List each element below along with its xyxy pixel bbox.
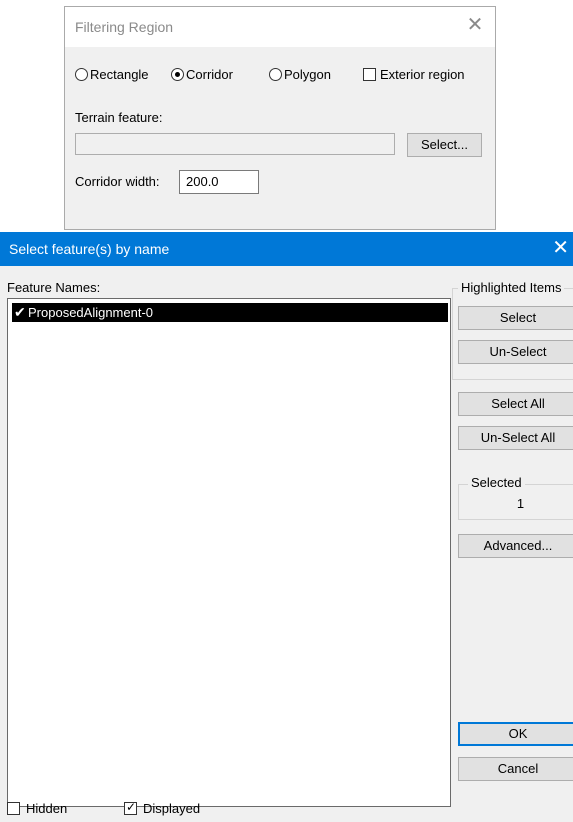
checkbox-checked-icon: ✓ bbox=[124, 799, 137, 815]
select-features-dialog: Select feature(s) by name ✕ Feature Name… bbox=[0, 232, 573, 822]
select-terrain-button[interactable]: Select... bbox=[407, 133, 482, 157]
list-item[interactable]: ✔ ProposedAlignment-0 bbox=[12, 303, 448, 322]
close-icon[interactable]: ✕ bbox=[465, 15, 485, 35]
exterior-region-label: Exterior region bbox=[380, 66, 465, 82]
terrain-feature-field[interactable] bbox=[75, 133, 395, 155]
select-all-button[interactable]: Select All bbox=[458, 392, 573, 416]
rectangle-label: Rectangle bbox=[90, 66, 149, 82]
ok-button[interactable]: OK bbox=[458, 722, 573, 746]
select-features-titlebar: Select feature(s) by name ✕ bbox=[0, 232, 573, 266]
corridor-radio[interactable]: Corridor bbox=[171, 65, 233, 83]
feature-name: ProposedAlignment-0 bbox=[28, 305, 154, 320]
dialog-title: Select feature(s) by name bbox=[9, 241, 170, 257]
check-icon: ✓ bbox=[126, 799, 137, 814]
corridor-label: Corridor bbox=[186, 66, 233, 82]
close-icon[interactable]: ✕ bbox=[552, 238, 569, 258]
corridor-width-input[interactable]: 200.0 bbox=[179, 170, 259, 194]
terrain-feature-label: Terrain feature: bbox=[75, 110, 163, 125]
hidden-label: Hidden bbox=[26, 800, 68, 816]
selected-label: Selected bbox=[468, 475, 525, 490]
polygon-label: Polygon bbox=[284, 66, 331, 82]
radio-icon bbox=[75, 67, 88, 81]
exterior-region-checkbox[interactable]: Exterior region bbox=[363, 65, 465, 83]
displayed-checkbox[interactable]: ✓ Displayed bbox=[124, 799, 200, 817]
checkbox-icon bbox=[7, 801, 20, 815]
feature-list[interactable]: ✔ ProposedAlignment-0 bbox=[7, 298, 451, 807]
select-button[interactable]: Select bbox=[458, 306, 573, 330]
hidden-checkbox[interactable]: Hidden bbox=[7, 799, 67, 817]
displayed-label: Displayed bbox=[143, 800, 201, 816]
radio-icon bbox=[269, 67, 282, 81]
dialog-title: Filtering Region bbox=[75, 19, 174, 35]
corridor-width-label: Corridor width: bbox=[75, 174, 160, 189]
check-icon: ✔ bbox=[14, 304, 26, 320]
highlighted-items-group bbox=[452, 288, 573, 380]
rectangle-radio[interactable]: Rectangle bbox=[75, 65, 149, 83]
filtering-region-dialog: Filtering Region ✕ Rectangle Corridor Po… bbox=[64, 6, 496, 230]
cancel-button[interactable]: Cancel bbox=[458, 757, 573, 781]
highlighted-items-label: Highlighted Items bbox=[458, 280, 565, 295]
unselect-button[interactable]: Un-Select bbox=[458, 340, 573, 364]
radio-selected-icon bbox=[171, 67, 184, 81]
polygon-radio[interactable]: Polygon bbox=[269, 65, 331, 83]
advanced-button[interactable]: Advanced... bbox=[458, 534, 573, 558]
checkbox-icon bbox=[363, 67, 376, 81]
feature-names-label: Feature Names: bbox=[7, 280, 101, 295]
filtering-region-titlebar: Filtering Region ✕ bbox=[65, 7, 495, 47]
unselect-all-button[interactable]: Un-Select All bbox=[458, 426, 573, 450]
selected-count: 1 bbox=[516, 496, 525, 511]
